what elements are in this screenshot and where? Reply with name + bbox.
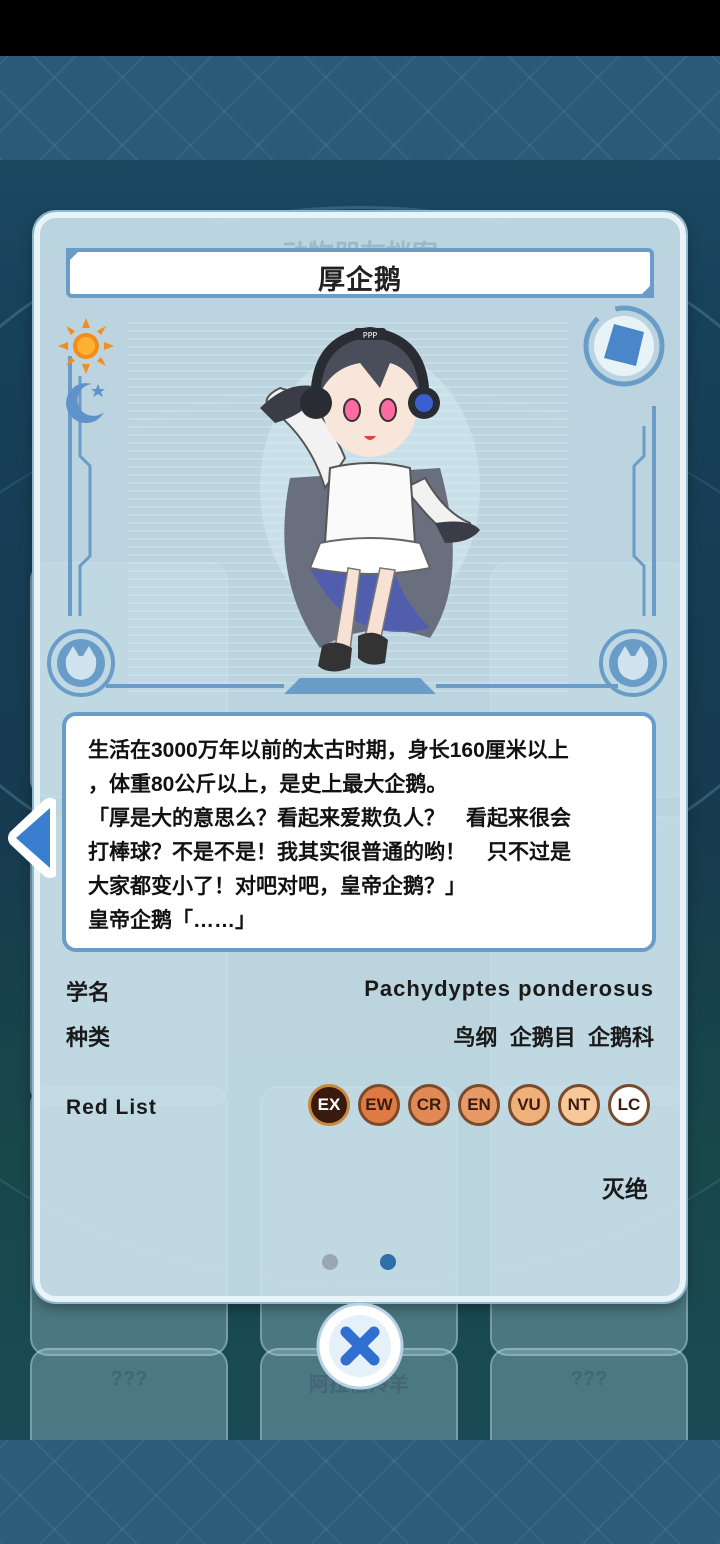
classification-value: 鸟纲 企鹅目 企鹅科 xyxy=(453,1025,654,1050)
page-dot[interactable] xyxy=(322,1254,338,1270)
page-dot-active[interactable] xyxy=(380,1254,396,1270)
sun-icon xyxy=(58,318,114,374)
red-list-badge-nt: NT xyxy=(558,1084,600,1126)
friend-name: 厚企鹅 xyxy=(318,265,402,295)
paw-icon xyxy=(599,629,667,697)
moon-icon xyxy=(66,383,105,424)
red-list-badge-ex: EX xyxy=(308,1084,350,1126)
red-list-badge-lc: LC xyxy=(608,1084,650,1126)
background-card-label: ??? xyxy=(110,1368,148,1390)
background-card-unknown: ??? xyxy=(30,1348,228,1440)
scientific-name-label: 学名 xyxy=(66,980,111,1005)
previous-page-button[interactable] xyxy=(4,796,60,880)
close-button[interactable] xyxy=(316,1302,404,1390)
page-indicator xyxy=(322,1254,402,1270)
description-box: 生活在3000万年以前的太古时期，身长160厘米以上 ，体重80公斤以上，是史上… xyxy=(62,712,656,952)
friend-description: 生活在3000万年以前的太古时期，身长160厘米以上 ，体重80公斤以上，是史上… xyxy=(88,739,571,932)
red-list-scale: EX EW CR EN VU NT LC xyxy=(308,1084,660,1126)
background-top-band xyxy=(0,56,720,160)
paw-icon xyxy=(47,629,115,697)
red-list-badge-en: EN xyxy=(458,1084,500,1126)
red-list-badge-cr: CR xyxy=(408,1084,450,1126)
portrait-stand xyxy=(284,678,436,694)
headphone-label: PPP xyxy=(363,331,378,340)
scientific-name-value: Pachydyptes ponderosus xyxy=(364,976,654,1001)
card-badge-icon xyxy=(583,305,665,387)
status-bar xyxy=(0,0,720,56)
penguin-character-illustration: PPP xyxy=(260,326,480,672)
title-bar: 厚企鹅 xyxy=(66,248,654,298)
red-list-badge-ew: EW xyxy=(358,1084,400,1126)
conservation-status: 灭绝 xyxy=(602,1176,648,1202)
red-list-badge-vu: VU xyxy=(508,1084,550,1126)
red-list-label: Red List xyxy=(66,1096,157,1119)
classification-label: 种类 xyxy=(66,1025,111,1050)
background-card-unknown: ??? xyxy=(490,1348,688,1440)
background-bottom-band xyxy=(0,1440,720,1544)
background-card-label: ??? xyxy=(570,1368,608,1390)
